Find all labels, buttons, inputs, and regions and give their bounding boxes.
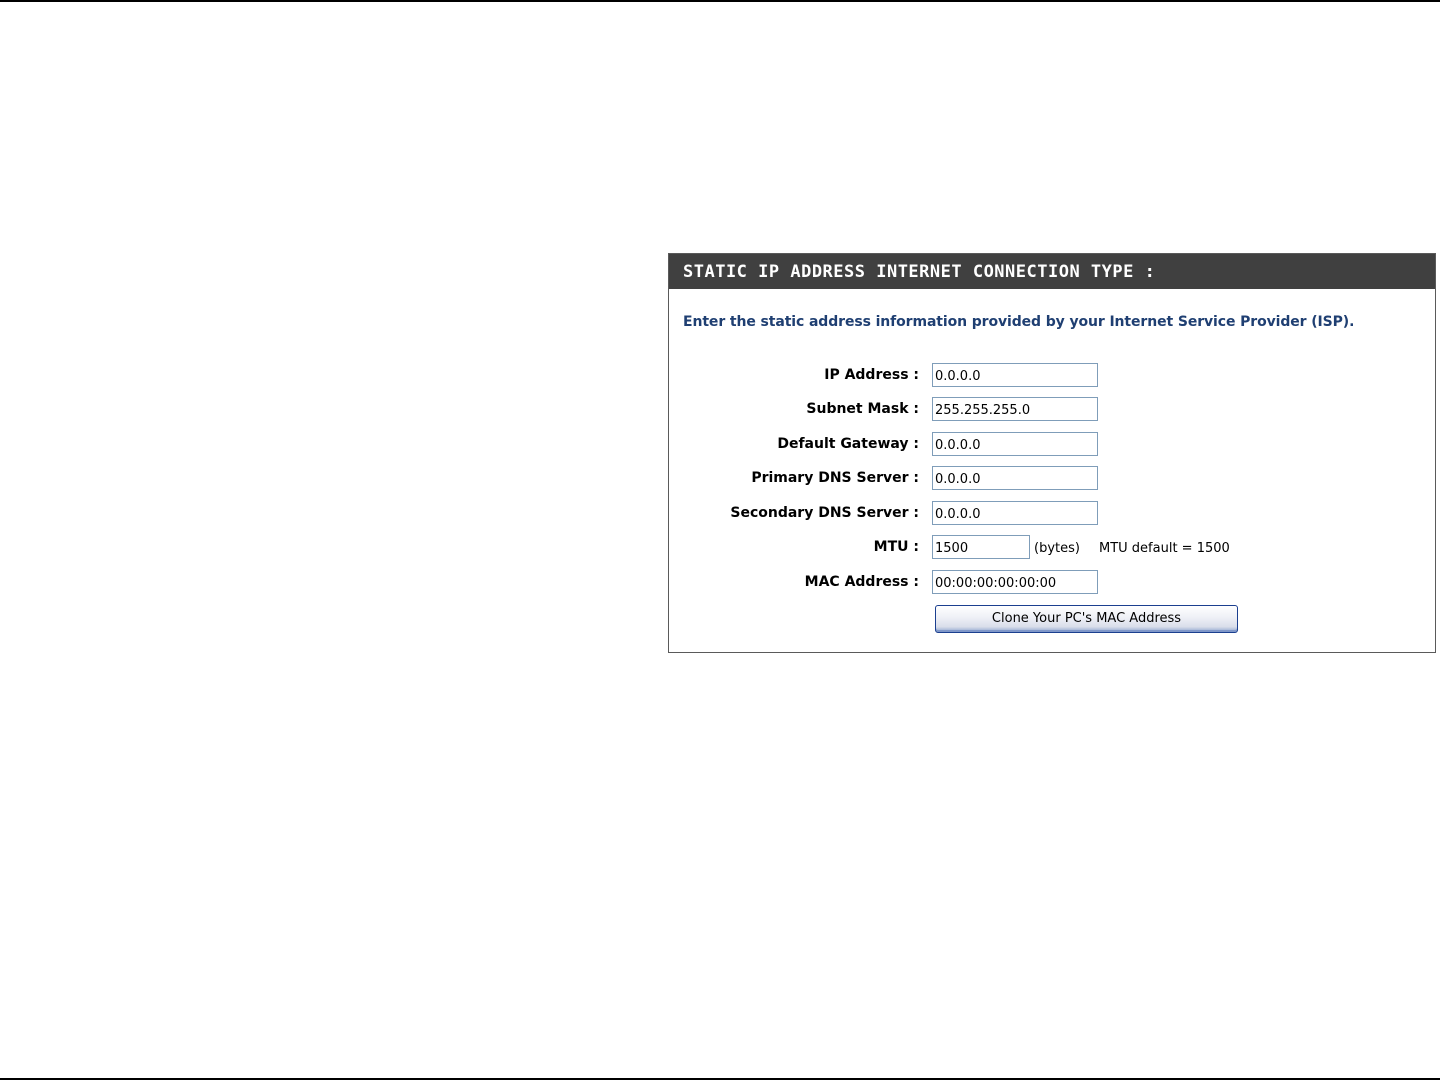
mtu-row: MTU : (bytes) MTU default = 1500 bbox=[669, 535, 1435, 561]
mtu-default-note: MTU default = 1500 bbox=[1099, 541, 1230, 556]
subnet-mask-input[interactable] bbox=[932, 397, 1098, 421]
secondary-dns-label: Secondary DNS Server : bbox=[730, 505, 919, 521]
secondary-dns-input[interactable] bbox=[932, 501, 1098, 525]
mac-address-row: MAC Address : bbox=[669, 570, 1435, 596]
ip-address-label: IP Address : bbox=[824, 367, 919, 383]
primary-dns-label: Primary DNS Server : bbox=[751, 470, 919, 486]
mtu-label: MTU : bbox=[873, 539, 919, 555]
bottom-rule bbox=[0, 1078, 1440, 1080]
top-rule bbox=[0, 0, 1440, 2]
subnet-mask-label: Subnet Mask : bbox=[806, 401, 919, 417]
subnet-mask-row: Subnet Mask : bbox=[669, 397, 1435, 423]
mac-address-input[interactable] bbox=[932, 570, 1098, 594]
mtu-input[interactable] bbox=[932, 535, 1030, 559]
page: STATIC IP ADDRESS INTERNET CONNECTION TY… bbox=[0, 0, 1440, 1081]
default-gateway-label: Default Gateway : bbox=[777, 436, 919, 452]
primary-dns-row: Primary DNS Server : bbox=[669, 466, 1435, 492]
ip-address-input[interactable] bbox=[932, 363, 1098, 387]
secondary-dns-row: Secondary DNS Server : bbox=[669, 501, 1435, 527]
primary-dns-input[interactable] bbox=[932, 466, 1098, 490]
mtu-unit: (bytes) bbox=[1034, 541, 1080, 556]
panel-intro-text: Enter the static address information pro… bbox=[683, 314, 1355, 330]
default-gateway-input[interactable] bbox=[932, 432, 1098, 456]
mac-address-label: MAC Address : bbox=[804, 574, 919, 590]
panel-title: STATIC IP ADDRESS INTERNET CONNECTION TY… bbox=[669, 254, 1435, 289]
static-ip-panel: STATIC IP ADDRESS INTERNET CONNECTION TY… bbox=[668, 253, 1436, 653]
default-gateway-row: Default Gateway : bbox=[669, 432, 1435, 458]
ip-address-row: IP Address : bbox=[669, 363, 1435, 389]
clone-mac-button[interactable]: Clone Your PC's MAC Address bbox=[935, 605, 1238, 633]
